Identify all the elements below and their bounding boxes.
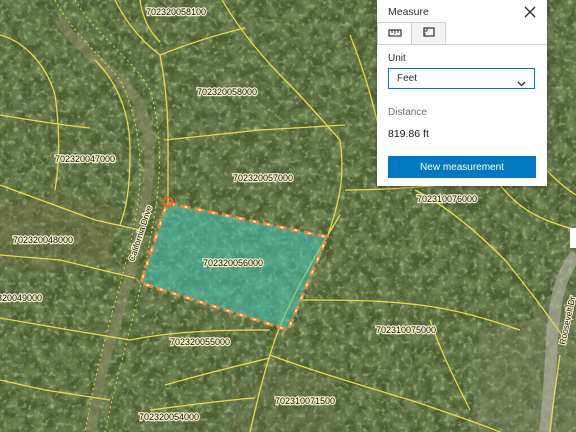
parcel-label: 702320049000 — [0, 293, 42, 303]
tab-area[interactable] — [411, 22, 446, 45]
map-edge-control[interactable] — [570, 228, 576, 248]
panel-title: Measure — [388, 6, 429, 18]
distance-icon — [387, 25, 402, 43]
parcel-label: 702320058100 — [146, 7, 206, 17]
distance-label: Distance — [388, 107, 427, 118]
open-ground — [0, 195, 120, 270]
measure-tabs — [377, 22, 547, 45]
distance-value: 819.86 ft — [388, 128, 429, 140]
parcel-label: 702320054000 — [139, 412, 199, 422]
parcel-label: 702310076000 — [417, 194, 477, 204]
unit-select[interactable]: Feet — [388, 68, 535, 89]
close-icon[interactable] — [522, 4, 538, 20]
area-icon — [422, 25, 436, 43]
chevron-down-icon — [517, 75, 526, 87]
parcel-label: 702320047000 — [55, 154, 115, 164]
new-measurement-button[interactable]: New measurement — [388, 156, 536, 178]
parcel-label: 702320057000 — [233, 173, 293, 183]
tab-divider — [377, 44, 547, 45]
parcel-label: 702320048000 — [13, 235, 73, 245]
measure-panel: Measure Unit Feet Distance 819.86 ft New… — [377, 0, 547, 186]
unit-label: Unit — [388, 53, 406, 64]
parcel-label: 702310071500 — [275, 396, 335, 406]
parcel-label: 702320058000 — [197, 87, 257, 97]
parcel-label: 702310075000 — [376, 325, 436, 335]
parcel-label: 702320056000 — [203, 258, 263, 268]
unit-select-value: Feet — [397, 73, 418, 84]
parcel-label: 702320055000 — [170, 337, 230, 347]
tab-distance[interactable] — [377, 22, 412, 45]
